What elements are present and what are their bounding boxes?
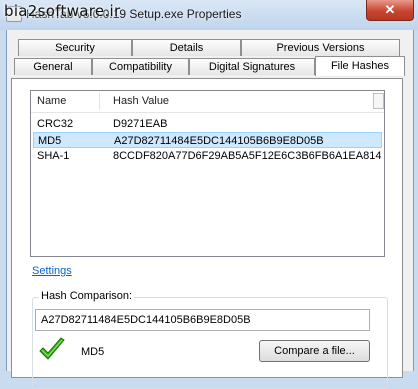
- match-algorithm-label: MD5: [81, 346, 105, 358]
- tab-file-hashes[interactable]: File Hashes: [315, 56, 405, 76]
- title-bar: HashTab v5.0.0.19 Setup.exe Properties b…: [0, 0, 418, 30]
- tab-label: General: [33, 61, 73, 73]
- hash-value: D9271EAB: [113, 118, 168, 130]
- table-row[interactable]: CRC32 D9271EAB: [33, 116, 382, 132]
- watermark: bia2software.ir: [4, 2, 121, 20]
- column-header-hash-value[interactable]: Hash Value: [113, 95, 169, 107]
- tab-compatibility[interactable]: Compatibility: [92, 58, 189, 75]
- hash-name: CRC32: [37, 118, 74, 130]
- hash-list[interactable]: Name Hash Value CRC32 D9271EAB MD5 A27D8…: [30, 90, 385, 257]
- hash-comparison-input[interactable]: A27D82711484E5DC144105B6B9E8D05B: [35, 309, 370, 331]
- table-row[interactable]: SHA-1 8CCDF820A77D6F29AB5A5F12E6C3B6FB6A…: [33, 148, 382, 164]
- tab-label: Digital Signatures: [208, 61, 296, 73]
- table-row-selected[interactable]: MD5 A27D82711484E5DC144105B6B9E8D05B: [33, 132, 382, 148]
- tab-label: File Hashes: [330, 60, 390, 72]
- tab-general[interactable]: General: [14, 58, 92, 75]
- compare-file-button[interactable]: Compare a file...: [259, 340, 370, 362]
- hash-value: 8CCDF820A77D6F29AB5A5F12E6C3B6FB6A1EA814: [113, 150, 382, 162]
- tab-label: Previous Versions: [276, 42, 365, 54]
- list-header: Name Hash Value: [31, 91, 384, 113]
- hash-value: A27D82711484E5DC144105B6B9E8D05B: [114, 135, 324, 147]
- hash-name: MD5: [38, 135, 62, 147]
- column-header-name[interactable]: Name: [37, 95, 66, 107]
- close-button[interactable]: ✕: [366, 0, 414, 21]
- tab-security[interactable]: Security: [18, 39, 132, 56]
- tab-digital-signatures[interactable]: Digital Signatures: [189, 58, 315, 75]
- settings-link[interactable]: Settings: [32, 265, 72, 277]
- tab-label: Details: [169, 42, 204, 54]
- tab-label: Compatibility: [109, 61, 172, 73]
- column-separator[interactable]: [99, 93, 100, 110]
- tab-previous-versions[interactable]: Previous Versions: [241, 39, 400, 56]
- hash-name: SHA-1: [37, 150, 70, 162]
- checkmark-icon: [39, 337, 65, 360]
- tab-label: Security: [55, 42, 95, 54]
- header-scroll-button[interactable]: [373, 93, 384, 109]
- tab-details[interactable]: Details: [132, 39, 241, 56]
- hash-comparison-title: Hash Comparison:: [39, 290, 135, 302]
- close-icon: ✕: [384, 2, 396, 17]
